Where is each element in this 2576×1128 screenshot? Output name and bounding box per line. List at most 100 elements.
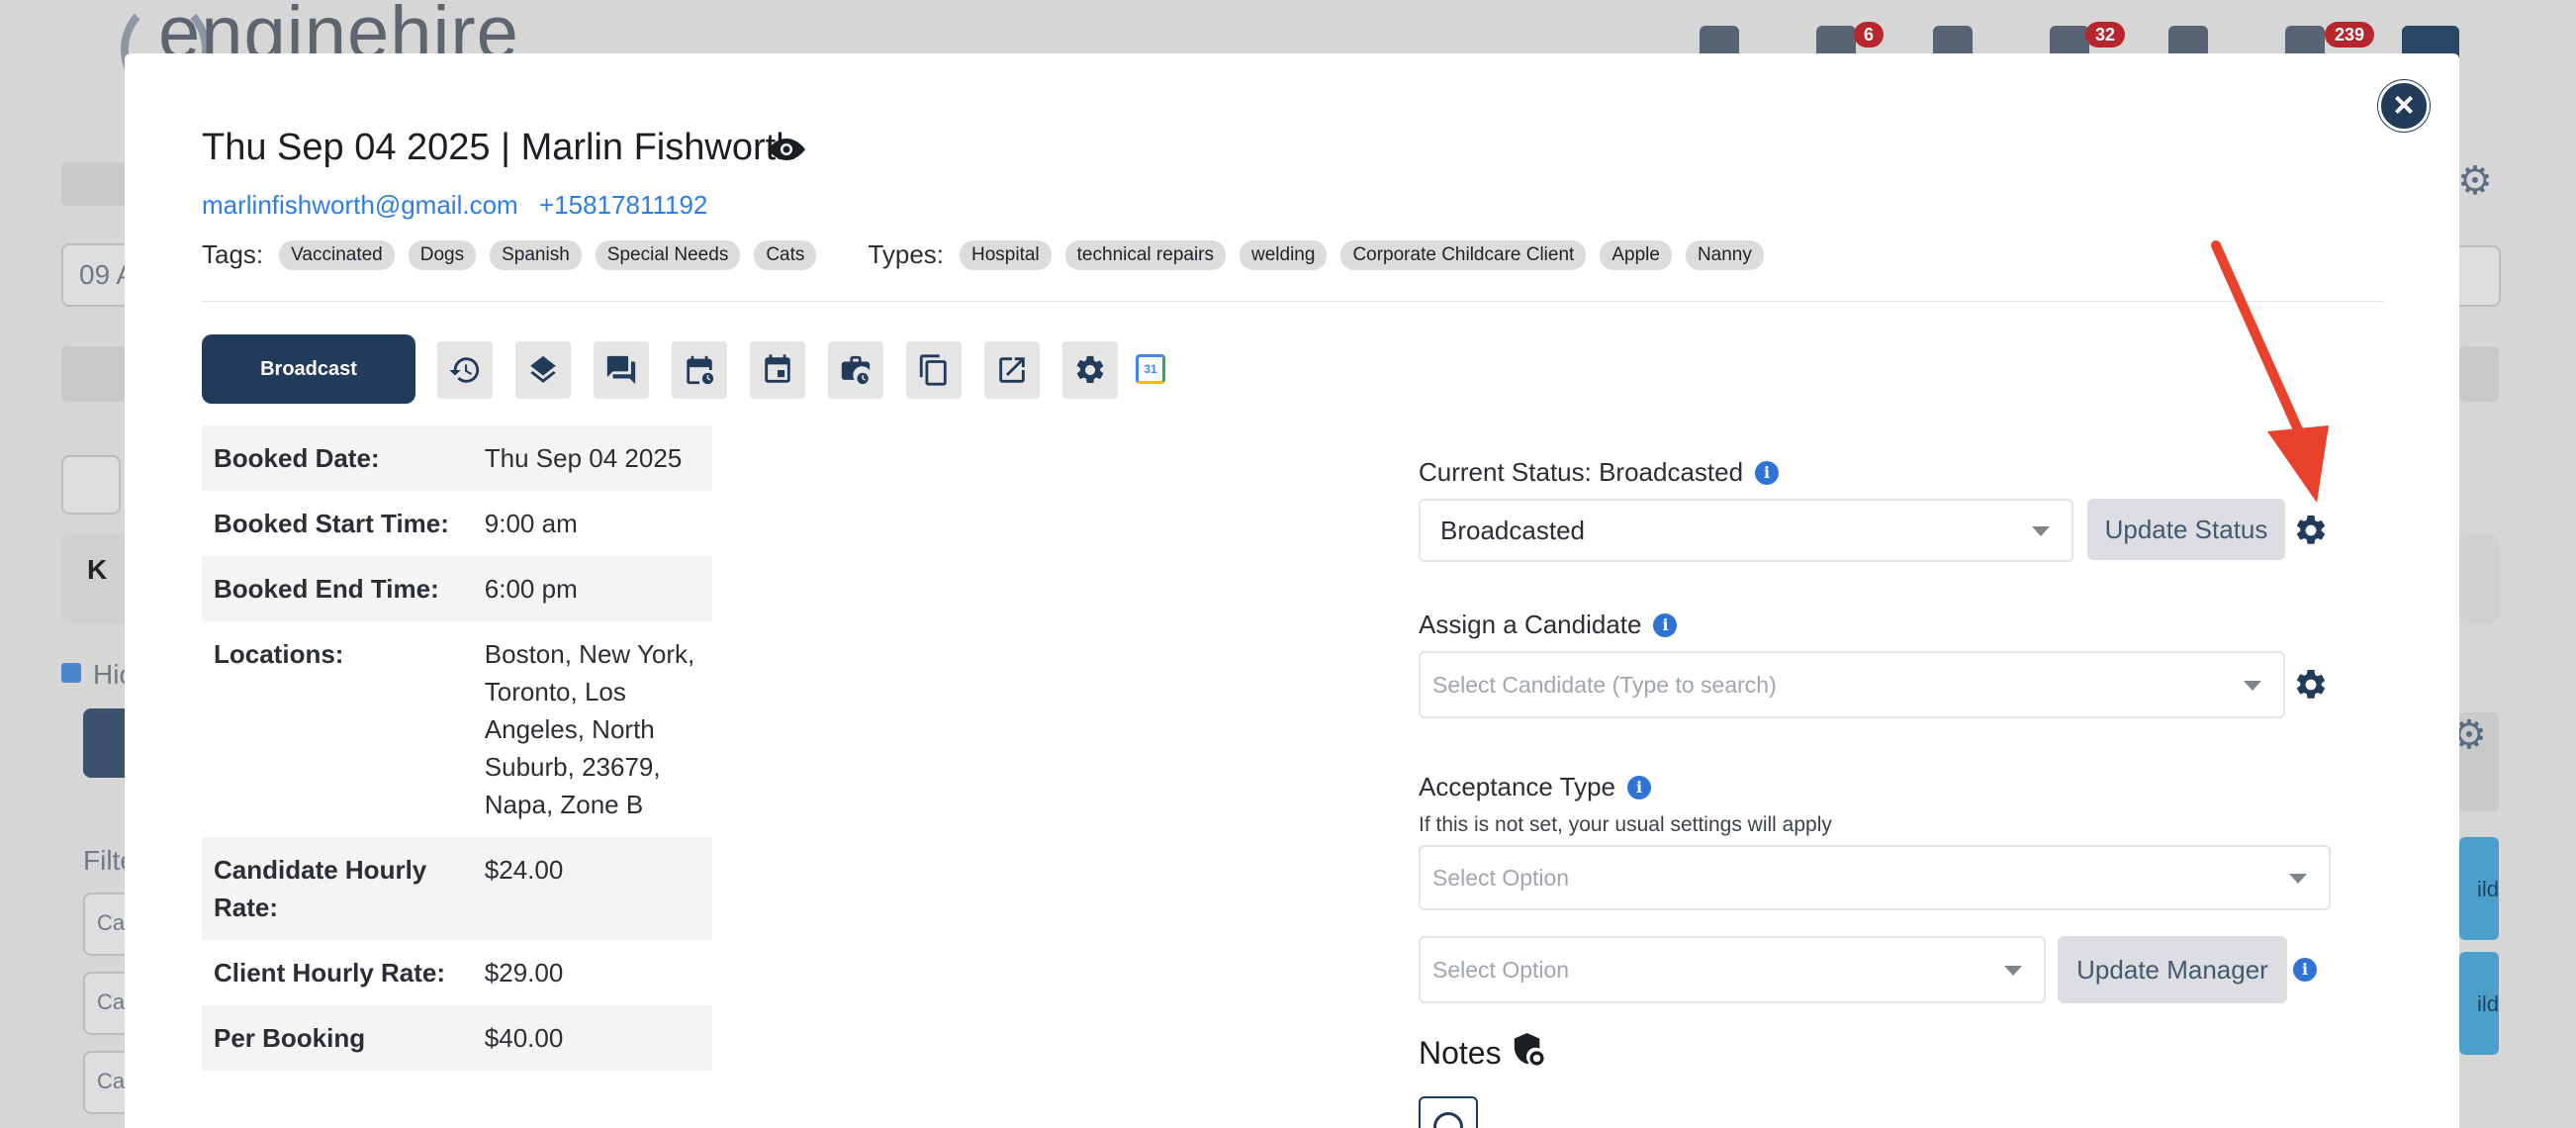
broadcast-button[interactable]: Broadcast (202, 334, 415, 404)
add-note-button[interactable] (1419, 1096, 1478, 1128)
notes-title: Notes (1419, 1035, 1502, 1071)
chat-icon (606, 355, 636, 385)
type-chip: Hospital (960, 239, 1052, 270)
candidate-settings-gear-icon[interactable] (2293, 667, 2329, 703)
chevron-down-icon (2289, 874, 2307, 884)
tag-chip: Special Needs (595, 239, 741, 270)
detail-row: Per Booking $40.00 (202, 1005, 712, 1071)
manager-placeholder: Select Option (1432, 956, 1570, 983)
detail-value: $29.00 (484, 958, 564, 987)
update-manager-button[interactable]: Update Manager (2058, 936, 2287, 1003)
bg-filter-placeholder: Ca (97, 989, 126, 1014)
gear-icon (1076, 355, 1104, 384)
calendar-button[interactable] (750, 341, 805, 399)
title-separator: | (501, 127, 511, 168)
settings-button[interactable] (1062, 341, 1118, 399)
booking-title: Thu Sep 04 2025 | Marlin Fishworth (202, 127, 796, 169)
detail-label: Candidate Hourly Rate: (214, 855, 427, 922)
info-icon[interactable]: i (1627, 775, 1651, 799)
groups-badge: 32 (2085, 22, 2126, 47)
bg-bar (2459, 346, 2499, 402)
calendar-icon (765, 354, 790, 383)
bg-filter-placeholder: Ca (97, 1069, 126, 1093)
acceptance-placeholder: Select Option (1432, 864, 1570, 891)
tag-chip: Vaccinated (279, 239, 395, 270)
info-icon[interactable]: i (1755, 460, 1780, 485)
duplicate-button[interactable] (906, 341, 962, 399)
type-chip: welding (1240, 239, 1328, 270)
current-status-text: Current Status: Broadcasted (1419, 457, 1744, 487)
manager-select[interactable]: Select Option (1419, 936, 2046, 1003)
current-status-label: Current Status: Broadcasted i (1419, 457, 1780, 488)
detail-label: Booked End Time: (214, 574, 439, 604)
acceptance-select[interactable]: Select Option (1419, 845, 2331, 910)
acceptance-type-text: Acceptance Type (1419, 772, 1615, 801)
layers-icon (530, 355, 556, 383)
detail-row: Booked End Time: 6:00 pm (202, 556, 712, 621)
detail-label: Booked Date: (214, 443, 380, 473)
annotation-arrow-icon (2211, 240, 2329, 503)
history-icon (449, 357, 480, 383)
tag-chip: Cats (754, 239, 817, 270)
tags-label: Tags: (202, 239, 264, 269)
acceptance-help-text: If this is not set, your usual settings … (1419, 813, 1832, 836)
status-select[interactable]: Broadcasted (1419, 499, 2073, 562)
layers-button[interactable] (515, 341, 571, 399)
detail-value: Boston, New York, Toronto, Los Angeles, … (484, 639, 695, 819)
plus-circle-icon (1433, 1112, 1463, 1128)
google-calendar-icon[interactable]: 31 (1136, 354, 1165, 384)
type-chip: Corporate Childcare Client (1340, 239, 1587, 270)
private-notes-shield-icon (1514, 1033, 1544, 1066)
tag-chip: Spanish (490, 239, 582, 270)
history-button[interactable] (437, 341, 493, 399)
booking-details-table: Booked Date: Thu Sep 04 2025 Booked Star… (202, 425, 712, 1071)
store-badge: 6 (1854, 22, 1885, 47)
detail-label: Per Booking (214, 1023, 366, 1053)
detail-row: Booked Start Time: 9:00 am (202, 491, 712, 556)
header-divider (202, 301, 2384, 302)
manager-info-icon[interactable]: i (2293, 958, 2317, 982)
type-chip: Apple (1600, 239, 1672, 270)
type-chip: Nanny (1685, 239, 1764, 270)
detail-value: 9:00 am (484, 509, 578, 538)
detail-value: 6:00 pm (484, 574, 578, 604)
client-email-link[interactable]: marlinfishworth@gmail.com (202, 190, 518, 221)
update-status-button[interactable]: Update Status (2087, 499, 2285, 560)
assign-candidate-text: Assign a Candidate (1419, 610, 1642, 639)
booking-date: Thu Sep 04 2025 (202, 127, 491, 168)
reschedule-button[interactable] (672, 341, 727, 399)
bg-filter-placeholder: Ca (97, 910, 126, 935)
detail-value: Thu Sep 04 2025 (484, 443, 683, 473)
tags-types-row: Tags: Vaccinated Dogs Spanish Special Ne… (202, 239, 1778, 270)
eye-icon[interactable] (767, 137, 806, 162)
close-modal-button[interactable]: × (2378, 80, 2430, 132)
types-label: Types: (868, 239, 944, 269)
tag-chip: Dogs (408, 239, 477, 270)
open-external-button[interactable] (984, 341, 1040, 399)
detail-row: Candidate Hourly Rate: $24.00 (202, 837, 712, 940)
briefcase-clock-icon (841, 355, 871, 385)
status-selected-value: Broadcasted (1440, 515, 1585, 545)
info-icon[interactable]: i (1653, 612, 1678, 637)
detail-row: Client Hourly Rate: $29.00 (202, 940, 712, 1005)
client-phone-link[interactable]: +15817811192 (539, 190, 707, 221)
assign-candidate-label: Assign a Candidate i (1419, 610, 1678, 640)
detail-row: Booked Date: Thu Sep 04 2025 (202, 425, 712, 491)
timesheet-button[interactable] (828, 341, 883, 399)
chat-button[interactable] (594, 341, 649, 399)
type-chip: technical repairs (1064, 239, 1226, 270)
bg-checkbox (61, 663, 81, 683)
bg-gear-icon: ⚙ (2457, 159, 2493, 203)
calendar-clock-icon (687, 355, 714, 385)
chat-badge: 239 (2325, 22, 2375, 47)
candidate-select[interactable]: Select Candidate (Type to search) (1419, 651, 2285, 718)
bg-section-card (2459, 534, 2499, 623)
bg-event-card: ild (2459, 837, 2499, 940)
bg-section-text: K (87, 554, 108, 585)
detail-label: Client Hourly Rate: (214, 958, 446, 987)
chevron-down-icon (2032, 526, 2050, 536)
detail-label: Booked Start Time: (214, 509, 449, 538)
copy-icon (919, 354, 947, 386)
status-settings-gear-icon[interactable] (2293, 513, 2329, 548)
detail-value: $40.00 (484, 1023, 564, 1053)
